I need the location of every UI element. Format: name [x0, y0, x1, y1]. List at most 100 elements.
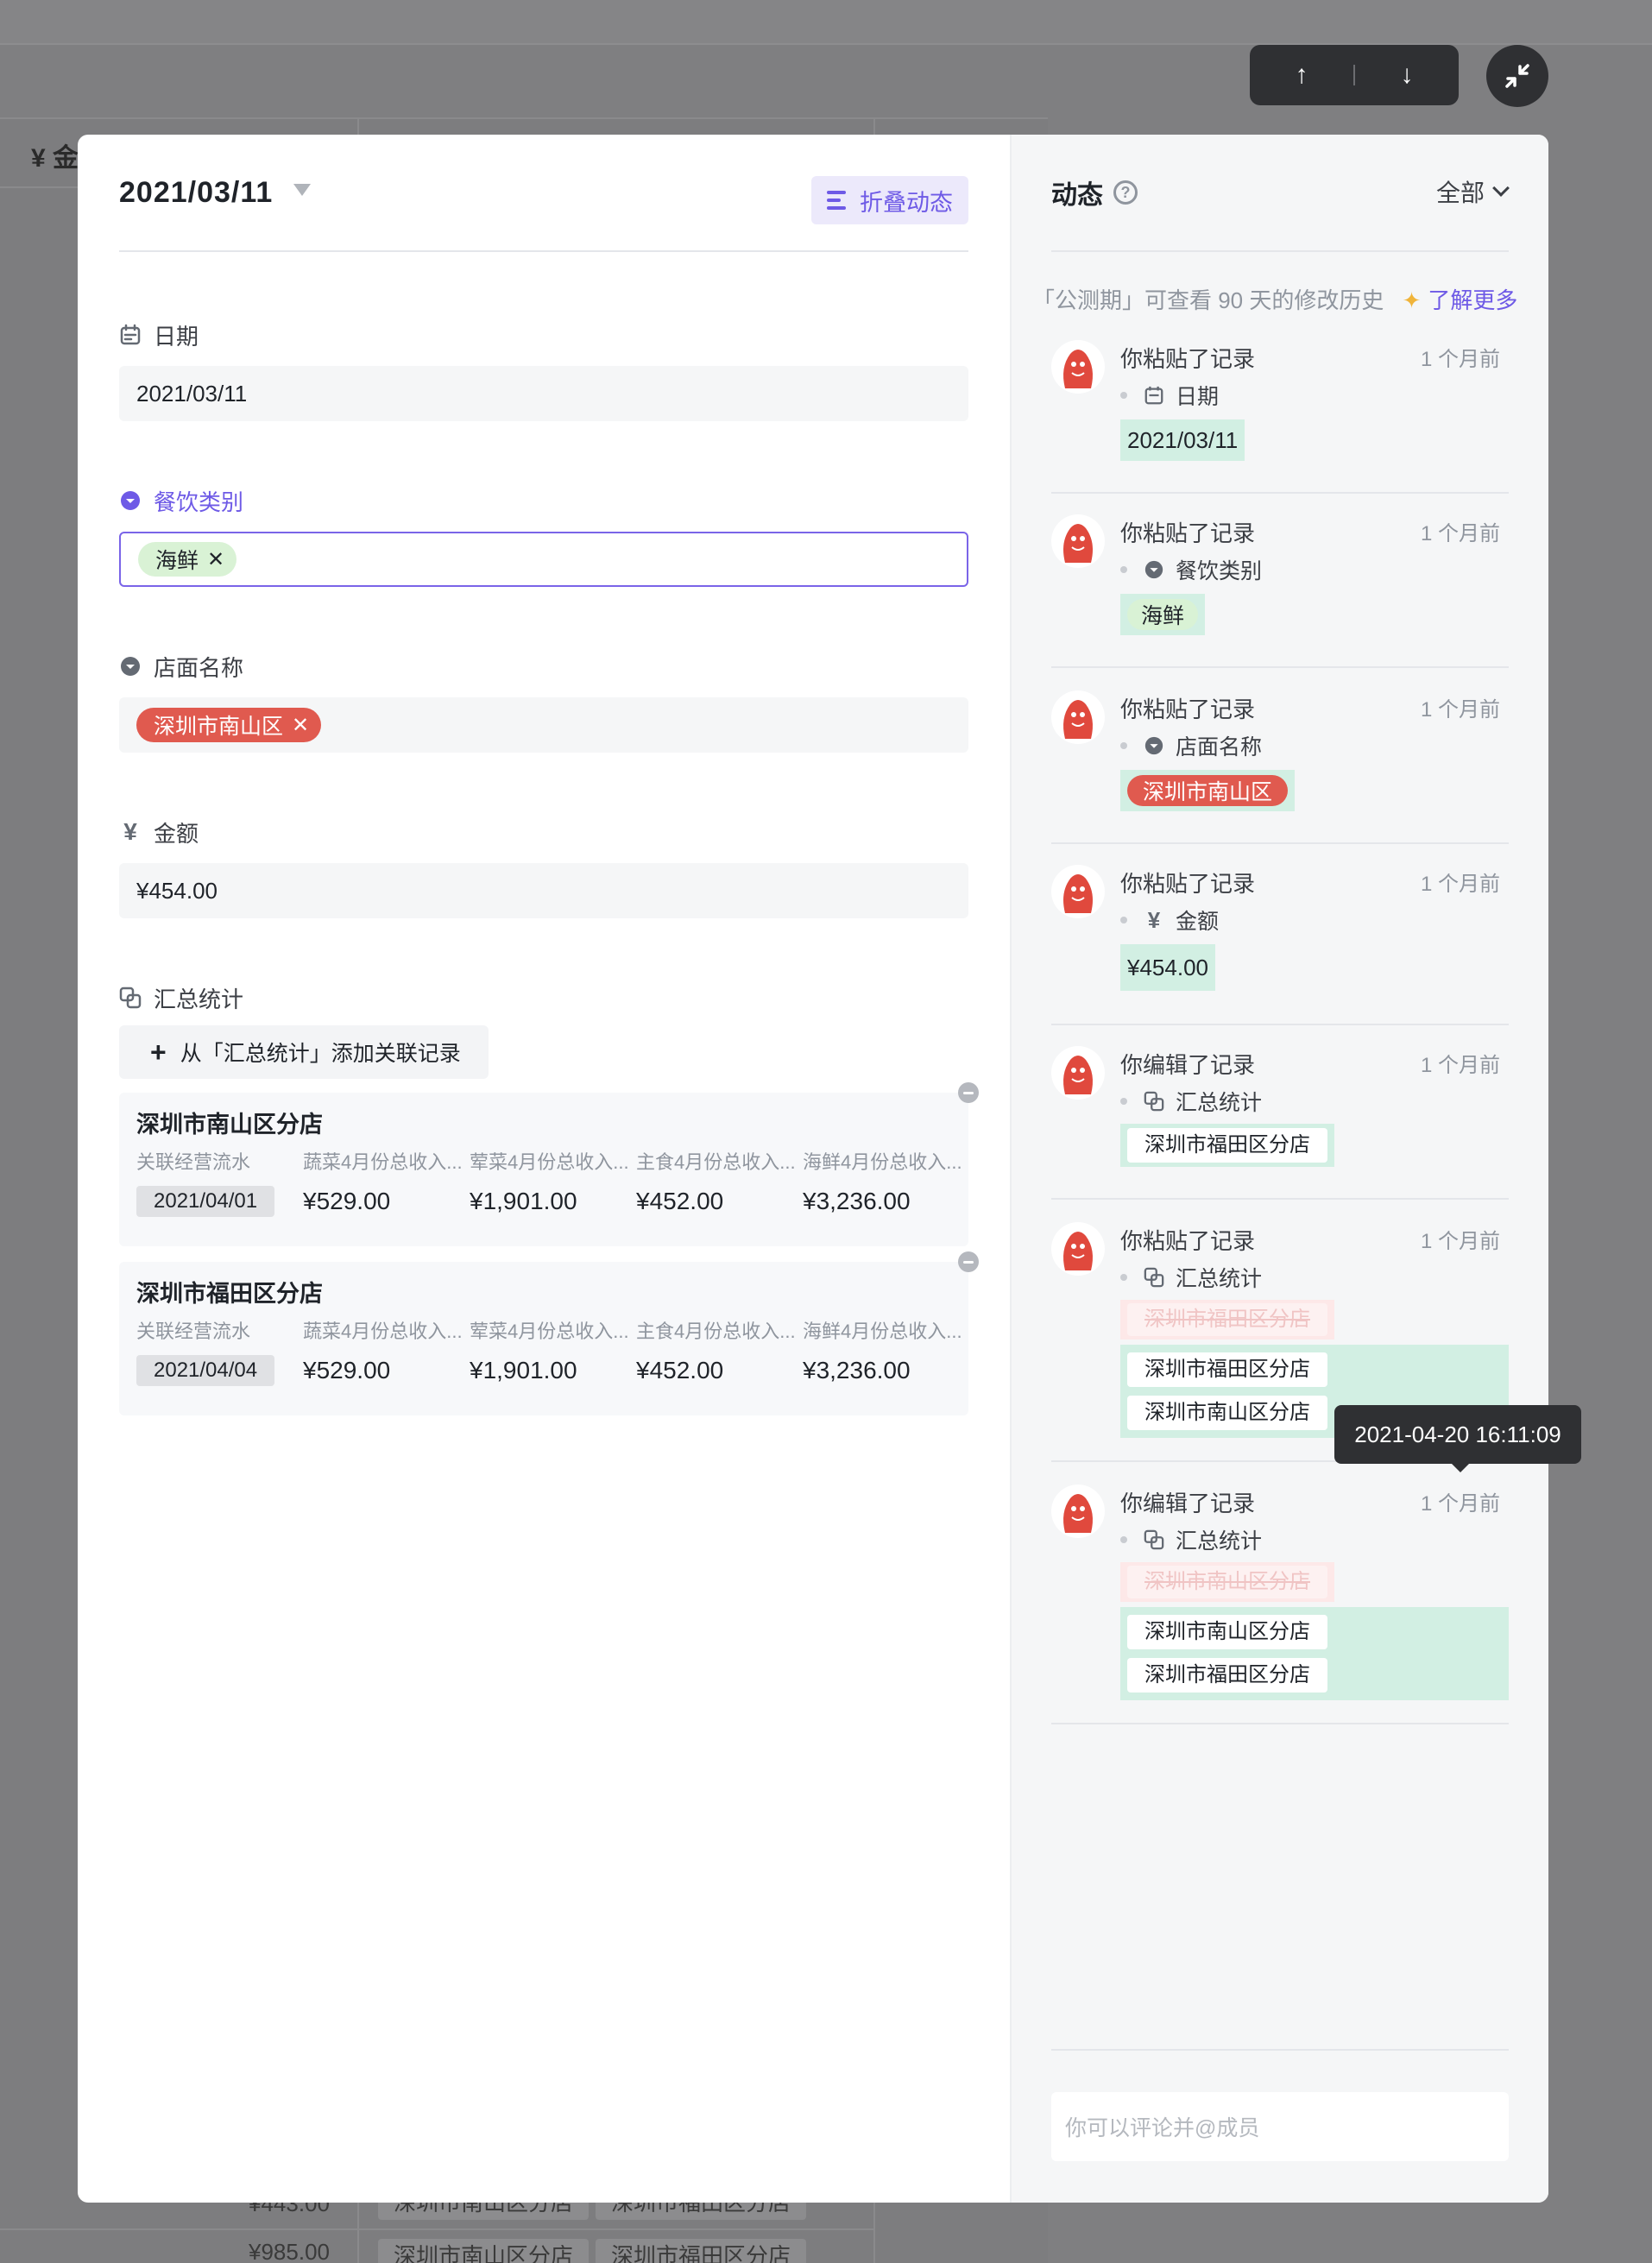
- avatar: [1051, 865, 1105, 918]
- help-icon[interactable]: ?: [1113, 180, 1138, 205]
- table-cell-amount: ¥985.00: [249, 2239, 330, 2263]
- linked-record-title: 深圳市福田区分店: [136, 1281, 323, 1307]
- app-topbar: [0, 0, 1652, 45]
- calendar-icon: [1143, 384, 1165, 407]
- activity-field: ¥ 金额: [1120, 905, 1219, 936]
- activity-value: ¥454.00: [1120, 944, 1215, 991]
- single-select-icon: [1143, 734, 1165, 757]
- field-category-label: 餐饮类别: [154, 489, 244, 515]
- category-tag-label: 海鲜: [155, 549, 199, 573]
- activity-time[interactable]: 1 个月前: [1421, 342, 1500, 372]
- field-label: 店面名称: [119, 651, 968, 682]
- activity-field: 店面名称: [1120, 730, 1262, 761]
- linked-date-chip: 2021/04/01: [136, 1186, 275, 1217]
- activity-time[interactable]: 1 个月前: [1421, 1048, 1500, 1078]
- activity-item: 你粘贴了记录 1 个月前 ¥ 金额 ¥454.00: [1051, 865, 1509, 1025]
- date-input[interactable]: 2021/03/11: [119, 366, 968, 421]
- linked-value: ¥3,236.00: [803, 1188, 911, 1214]
- activity-tag: 深圳市福田区分店: [1127, 1352, 1327, 1387]
- caret-down-icon[interactable]: [293, 184, 312, 196]
- linked-date-chip: 2021/04/04: [136, 1355, 275, 1386]
- activity-time[interactable]: 1 个月前: [1421, 1224, 1500, 1254]
- link-record-icon: [1143, 1529, 1165, 1551]
- field-store: 店面名称 深圳市南山区 ✕: [119, 651, 968, 753]
- activity-header: 动态 ? 全部: [1051, 135, 1510, 252]
- activity-title: 动态: [1051, 181, 1103, 210]
- magic-wand-icon: ✦: [1402, 287, 1422, 313]
- category-select[interactable]: 海鲜 ✕: [119, 532, 968, 587]
- activity-tag: 深圳市南山区: [1127, 775, 1289, 806]
- activity-action: 你粘贴了记录: [1120, 871, 1256, 897]
- linked-value: ¥452.00: [636, 1357, 724, 1384]
- activity-tag: 深圳市福田区分店: [1127, 1658, 1327, 1693]
- fold-activity-button[interactable]: 折叠动态: [811, 176, 968, 224]
- activity-value: 海鲜: [1120, 594, 1206, 635]
- add-linked-record-label: 从「汇总统计」添加关联记录: [180, 1042, 461, 1066]
- link-record-icon: [1143, 1266, 1165, 1289]
- field-amount: ¥ 金额 ¥454.00: [119, 816, 968, 918]
- avatar: [1051, 514, 1105, 568]
- collapse-button[interactable]: [1486, 45, 1548, 107]
- activity-action: 你粘贴了记录: [1120, 1228, 1256, 1254]
- activity-item: 你粘贴了记录 1 个月前 餐饮类别 海鲜: [1051, 514, 1509, 668]
- single-select-icon: [1143, 558, 1165, 581]
- table-cell-tag: 深圳市南山区分店: [378, 2239, 590, 2263]
- store-select[interactable]: 深圳市南山区 ✕: [119, 697, 968, 753]
- history-notice: 「公测期」可查看 90 天的修改历史 ✦ 了解更多: [1032, 283, 1517, 315]
- remove-tag-icon[interactable]: ✕: [292, 713, 309, 738]
- activity-field-name: 汇总统计: [1176, 1091, 1263, 1115]
- remove-link-button[interactable]: [958, 1082, 979, 1103]
- activity-time[interactable]: 1 个月前: [1421, 867, 1500, 897]
- field-summary-label: 汇总统计: [154, 986, 244, 1012]
- avatar: [1051, 340, 1105, 394]
- comment-input[interactable]: 你可以评论并@成员: [1051, 2092, 1509, 2161]
- activity-time[interactable]: 1 个月前: [1421, 516, 1500, 546]
- single-select-icon: [119, 489, 142, 512]
- linked-record-grid: 关联经营流水 蔬菜4月份总收入... 荤菜4月份总收入... 主食4月份总收入.…: [136, 1317, 962, 1395]
- linked-record-card[interactable]: 深圳市福田区分店 关联经营流水 蔬菜4月份总收入... 荤菜4月份总收入... …: [119, 1262, 968, 1415]
- linked-col-header: 海鲜4月份总收入...: [803, 1321, 962, 1342]
- activity-filter-label: 全部: [1435, 180, 1485, 206]
- learn-more-link[interactable]: 了解更多: [1428, 287, 1517, 313]
- avatar: [1051, 690, 1105, 744]
- activity-item: 你粘贴了记录 1 个月前 店面名称 深圳市南山区: [1051, 690, 1509, 844]
- store-tag-label: 深圳市南山区: [154, 715, 284, 739]
- activity-field-name: 汇总统计: [1176, 1267, 1263, 1291]
- linked-record-grid: 关联经营流水 蔬菜4月份总收入... 荤菜4月份总收入... 主食4月份总收入.…: [136, 1148, 962, 1226]
- activity-field: 汇总统计: [1120, 1086, 1262, 1117]
- add-linked-record-button[interactable]: + 从「汇总统计」添加关联记录: [119, 1025, 489, 1079]
- activity-time[interactable]: 1 个月前: [1421, 692, 1500, 722]
- amount-input[interactable]: ¥454.00: [119, 863, 968, 918]
- activity-field-name: 餐饮类别: [1176, 559, 1263, 583]
- remove-link-button[interactable]: [958, 1251, 979, 1272]
- field-label: ¥ 金额: [119, 816, 968, 848]
- record-fields-panel: 2021/03/11 折叠动态 日期 2021/03/11 餐饮类别 海鲜 ✕ …: [78, 135, 1010, 2203]
- activity-value: 深圳市福田区分店: [1120, 1124, 1334, 1167]
- activity-item: 你粘贴了记录 1 个月前 日期 2021/03/11: [1051, 340, 1509, 494]
- activity-field: 汇总统计: [1120, 1524, 1262, 1555]
- activity-action: 你编辑了记录: [1120, 1491, 1256, 1516]
- plus-icon: +: [150, 1036, 167, 1068]
- field-label: 日期: [119, 319, 968, 350]
- prev-record-button[interactable]: ↑: [1250, 45, 1353, 105]
- linked-col-header: 主食4月份总收入...: [636, 1321, 796, 1342]
- field-summary: 汇总统计 + 从「汇总统计」添加关联记录: [119, 982, 968, 1079]
- remove-tag-icon[interactable]: ✕: [207, 547, 224, 572]
- activity-filter-dropdown[interactable]: 全部: [1435, 174, 1510, 209]
- activity-tag-removed: 深圳市南山区分店: [1127, 1566, 1327, 1598]
- activity-field-name: 汇总统计: [1176, 1529, 1263, 1554]
- activity-added-values: 深圳市南山区分店 深圳市福田区分店: [1120, 1607, 1509, 1700]
- activity-field: 汇总统计: [1120, 1262, 1262, 1293]
- currency-icon: ¥: [1147, 906, 1161, 933]
- activity-panel: 动态 ? 全部 「公测期」可查看 90 天的修改历史 ✦ 了解更多 你粘贴了记录 …: [1010, 135, 1548, 2203]
- activity-time[interactable]: 1 个月前: [1421, 1486, 1500, 1516]
- activity-item: 你编辑了记录 1 个月前 汇总统计 深圳市福田区分店: [1051, 1046, 1509, 1200]
- chevron-down-icon: [1492, 180, 1510, 197]
- activity-action: 你粘贴了记录: [1120, 697, 1256, 722]
- linked-value: ¥529.00: [303, 1357, 391, 1384]
- table-cell-tag: 深圳市福田区分店: [596, 2239, 807, 2263]
- linked-record-card[interactable]: 深圳市南山区分店 关联经营流水 蔬菜4月份总收入... 荤菜4月份总收入... …: [119, 1093, 968, 1246]
- next-record-button[interactable]: ↓: [1355, 45, 1459, 105]
- linked-value: ¥1,901.00: [470, 1357, 577, 1384]
- activity-tag: 海鲜: [1127, 599, 1199, 630]
